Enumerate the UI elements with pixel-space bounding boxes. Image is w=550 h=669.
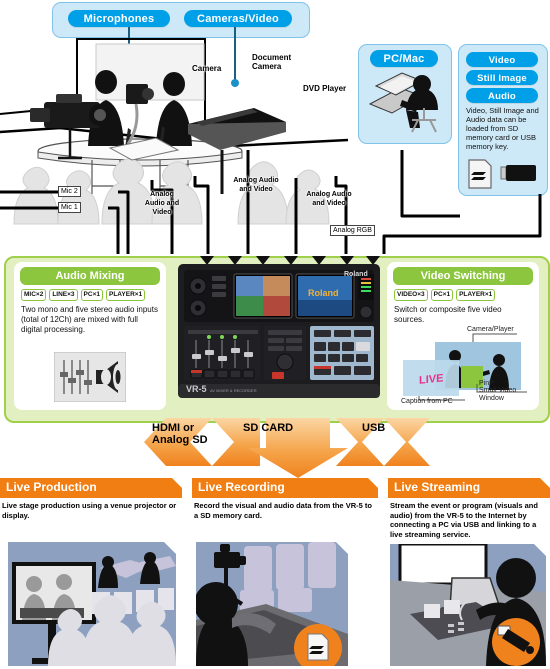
result-live-streaming-text: Stream the event or program (visuals and… (390, 501, 538, 539)
photo-live-production (8, 542, 176, 666)
card-video-switching-text: Switch or composite five video sources. (394, 305, 502, 324)
arrow-label-usb: USB (362, 422, 386, 434)
chip-video: VIDEO×3 (394, 289, 428, 301)
badge-pcmac[interactable]: PC/Mac (370, 50, 438, 67)
svg-text:VR-5: VR-5 (186, 384, 207, 394)
chip-line: LINE×3 (49, 289, 78, 301)
label-camera: Camera (192, 64, 222, 73)
photo-live-recording (196, 542, 348, 666)
svg-text:LIVE: LIVE (419, 372, 443, 387)
card-audio-mixing-text: Two mono and five stereo audio inputs (t… (21, 305, 158, 334)
arrow-label-hdmi: HDMI or Analog SD (152, 422, 208, 446)
badge-microphones[interactable]: Microphones (68, 10, 170, 27)
tag-mic1: Mic 1 (58, 202, 81, 213)
label-document-camera: Document Camera (252, 53, 292, 71)
media-description: Video, Still Image and Audio data can be… (466, 106, 539, 151)
label-dvd-player: DVD Player (303, 84, 347, 93)
arrow-label-hdmi-line2: Analog SD (152, 434, 208, 446)
label-caption-from-pc: Caption from PC (401, 398, 453, 405)
badge-cameras-video[interactable]: Cameras/Video (184, 10, 292, 27)
result-live-production: Live Production Live stage production us… (0, 478, 182, 520)
chip-mic: MIC×2 (21, 289, 47, 301)
chip-player: PLAYER×1 (106, 289, 146, 301)
chip-video-player: PLAYER×1 (456, 289, 496, 301)
audio-faders-speaker-icon (54, 352, 126, 402)
result-live-recording-text: Record the visual and audio data from th… (194, 501, 372, 520)
card-audio-mixing: Audio Mixing MIC×2 LINE×3 PC×1 PLAYER×1 … (14, 262, 166, 410)
arrow-label-sdcard: SD CARD (243, 422, 294, 434)
result-live-recording: Live Recording Record the visual and aud… (192, 478, 378, 520)
wiring-diagram (0, 150, 542, 254)
badge-still-image[interactable]: Still Image (466, 70, 538, 85)
chip-video-pc: PC×1 (430, 289, 454, 301)
video-chip-row: VIDEO×3 PC×1 PLAYER×1 (387, 289, 539, 301)
result-live-production-title: Live Production (6, 480, 97, 494)
tag-analog-rgb: Analog RGB (330, 225, 375, 236)
label-camera-player: Camera/Player (467, 326, 514, 333)
svg-text:Roland: Roland (308, 288, 339, 298)
card-video-switching: Video Switching VIDEO×3 PC×1 PLAYER×1 Sw… (387, 262, 539, 410)
badge-video[interactable]: Video (466, 52, 538, 67)
label-analog-av-1: Analog Audio and Video (144, 191, 180, 216)
label-analog-av-3: Analog Audio and Video (306, 191, 352, 207)
card-audio-mixing-title: Audio Mixing (20, 267, 160, 285)
pcmac-illustration (368, 72, 438, 133)
result-live-production-text: Live stage production using a venue proj… (2, 501, 177, 520)
vr5-device[interactable]: Roland Roland VR-5 AV MIXER & RECORDER (176, 256, 382, 406)
badge-audio[interactable]: Audio (466, 88, 538, 103)
svg-text:AV MIXER & RECORDER: AV MIXER & RECORDER (210, 388, 257, 393)
label-analog-av-2: Analog Audio and Video (233, 177, 279, 193)
chip-pc: PC×1 (80, 289, 103, 301)
card-video-switching-title: Video Switching (393, 267, 533, 285)
svg-text:Roland: Roland (344, 271, 368, 278)
result-live-streaming: Live Streaming Stream the event or progr… (388, 478, 550, 539)
tag-mic2: Mic 2 (58, 186, 81, 197)
result-live-streaming-title: Live Streaming (394, 480, 481, 494)
photo-live-streaming (390, 544, 546, 666)
result-live-recording-title: Live Recording (198, 480, 285, 494)
arrow-label-hdmi-line1: HDMI or (152, 422, 195, 434)
audio-chip-row: MIC×2 LINE×3 PC×1 PLAYER×1 (14, 289, 166, 301)
label-pinp-sub: Small Video Window (479, 387, 517, 402)
